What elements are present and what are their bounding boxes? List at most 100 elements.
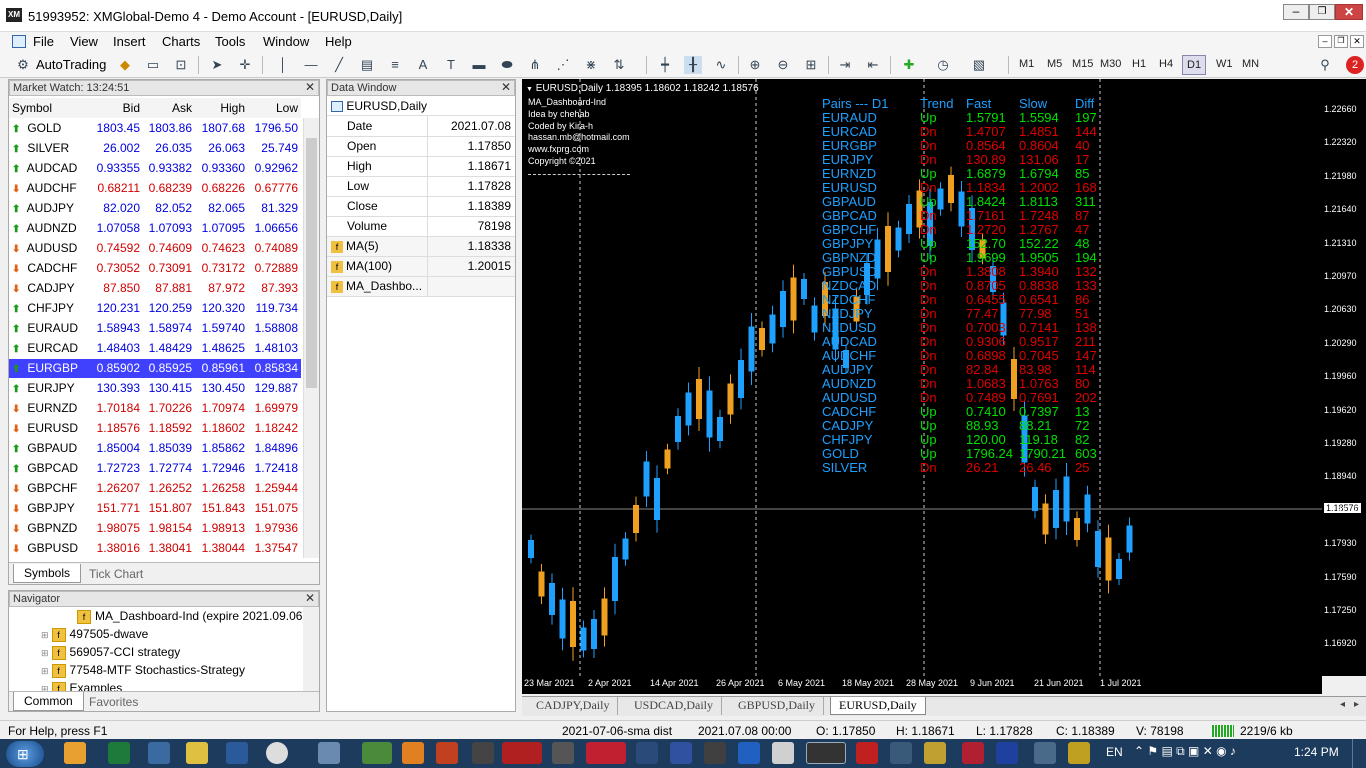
app-icon-8[interactable] <box>670 742 692 764</box>
menu-insert[interactable]: Insert <box>113 34 146 49</box>
symbol-cell[interactable]: ⬇ EURNZD <box>9 398 91 419</box>
menu-window[interactable]: Window <box>263 34 309 49</box>
tab-common[interactable]: Common <box>13 692 84 711</box>
cfi-icon[interactable] <box>586 742 626 764</box>
notification-badge[interactable]: 2 <box>1346 56 1364 74</box>
high-cell[interactable]: 0.93360 <box>195 158 248 179</box>
tf-m1[interactable]: M1 <box>1019 58 1034 70</box>
menu-charts[interactable]: Charts <box>162 34 200 49</box>
app-icon-12[interactable] <box>856 742 878 764</box>
menu-help[interactable]: Help <box>325 34 352 49</box>
firefox-icon[interactable] <box>64 742 86 764</box>
ask-cell[interactable]: 0.74609 <box>143 238 195 259</box>
symbol-cell[interactable]: ⬆ CHFJPY <box>9 298 91 319</box>
tab-tick-chart[interactable]: Tick Chart <box>89 567 143 581</box>
bid-cell[interactable]: 0.68211 <box>91 178 143 199</box>
zoom-in-icon[interactable]: ⊕ <box>746 56 764 74</box>
symbol-cell[interactable]: ⬇ GBPJPY <box>9 498 91 519</box>
channel-icon[interactable]: ▤ <box>358 56 376 74</box>
market-watch-row[interactable]: ⬆ GBPAUD 1.85004 1.85039 1.85862 1.84896 <box>9 438 301 459</box>
high-cell[interactable]: 26.063 <box>195 138 248 159</box>
bid-cell[interactable]: 0.85902 <box>91 358 143 379</box>
expand-icon[interactable]: ⊞ <box>41 630 49 640</box>
low-cell[interactable]: 0.74089 <box>248 238 301 259</box>
navigator-item[interactable]: ⊞ f Examples <box>41 679 122 691</box>
language-indicator[interactable]: EN <box>1106 745 1123 759</box>
rectangle-icon[interactable]: ▬ <box>470 56 488 74</box>
market-watch-row[interactable]: ⬆ EURJPY 130.393 130.415 130.450 129.887 <box>9 378 301 399</box>
autotrading-icon[interactable]: ⚙ <box>14 56 32 74</box>
symbol-cell[interactable]: ⬆ SILVER <box>9 138 91 159</box>
app-icon-5[interactable] <box>472 742 494 764</box>
high-cell[interactable]: 1.18602 <box>195 418 248 439</box>
bid-cell[interactable]: 1.70184 <box>91 398 143 419</box>
ask-cell[interactable]: 0.85925 <box>143 358 195 379</box>
bid-cell[interactable]: 1.98075 <box>91 518 143 539</box>
market-watch-row[interactable]: ⬇ EURNZD 1.70184 1.70226 1.70974 1.69979 <box>9 398 301 419</box>
low-cell[interactable]: 151.075 <box>248 498 301 519</box>
bid-cell[interactable]: 120.231 <box>91 298 143 319</box>
scroll-thumb[interactable] <box>306 138 317 388</box>
candlestick-icon[interactable]: ╂ <box>684 56 702 74</box>
app-icon-17[interactable] <box>1034 742 1056 764</box>
col-ask[interactable]: Ask <box>143 98 195 119</box>
low-cell[interactable]: 119.734 <box>248 298 301 319</box>
app-icon-11[interactable] <box>772 742 794 764</box>
ask-cell[interactable]: 1.18592 <box>143 418 195 439</box>
gann-icon[interactable]: ⋇ <box>582 56 600 74</box>
tf-d1[interactable]: D1 <box>1182 55 1207 75</box>
high-cell[interactable]: 0.74623 <box>195 238 248 259</box>
ask-cell[interactable]: 120.259 <box>143 298 195 319</box>
app-icon-13[interactable] <box>890 742 912 764</box>
bid-cell[interactable]: 151.771 <box>91 498 143 519</box>
status-profile[interactable]: 2021-07-06-sma dist <box>562 724 672 738</box>
child-minimize-button[interactable]: – <box>1318 35 1332 48</box>
app-icon-7[interactable] <box>636 742 658 764</box>
ask-cell[interactable]: 1.85039 <box>143 438 195 459</box>
low-cell[interactable]: 1.84896 <box>248 438 301 459</box>
market-watch-row[interactable]: ⬆ AUDJPY 82.020 82.052 82.065 81.329 <box>9 198 301 219</box>
high-cell[interactable]: 0.68226 <box>195 178 248 199</box>
ask-cell[interactable]: 1.72774 <box>143 458 195 479</box>
tf-h1[interactable]: H1 <box>1132 58 1146 70</box>
ask-cell[interactable]: 1.38041 <box>143 538 195 559</box>
horizontal-line-icon[interactable]: — <box>302 56 320 74</box>
tf-mn[interactable]: MN <box>1242 58 1259 70</box>
navigator-item[interactable]: ⊞ f 497505-dwave <box>41 625 148 643</box>
symbol-cell[interactable]: ⬇ GBPNZD <box>9 518 91 539</box>
autoscroll-icon[interactable]: ⇥ <box>836 56 854 74</box>
child-restore-button[interactable]: ❐ <box>1334 35 1348 48</box>
price-scale[interactable]: 1.22660 1.22320 1.21980 1.21640 1.21310 1.209… <box>1322 79 1366 676</box>
close-icon[interactable]: ✕ <box>501 80 511 95</box>
symbol-cell[interactable]: ⬆ GBPCAD <box>9 458 91 479</box>
search-icon[interactable]: ⚲ <box>1316 56 1334 74</box>
eraser-icon[interactable]: ◆ <box>116 56 134 74</box>
high-cell[interactable]: 1807.68 <box>195 118 248 139</box>
zoom-window-icon[interactable]: ⊡ <box>172 56 190 74</box>
ask-cell[interactable]: 1.70226 <box>143 398 195 419</box>
tile-windows-icon[interactable]: ⊞ <box>802 56 820 74</box>
expand-icon[interactable]: ⊞ <box>41 648 49 658</box>
app-icon-14[interactable] <box>924 742 946 764</box>
tf-m30[interactable]: M30 <box>1100 58 1121 70</box>
market-watch-row[interactable]: ⬆ SILVER 26.002 26.035 26.063 25.749 <box>9 138 301 159</box>
low-cell[interactable]: 0.67776 <box>248 178 301 199</box>
market-watch-row[interactable]: ⬆ EURAUD 1.58943 1.58974 1.59740 1.58808 <box>9 318 301 339</box>
symbol-cell[interactable]: ⬇ AUDCHF <box>9 178 91 199</box>
market-watch-row[interactable]: ⬆ EURCAD 1.48403 1.48429 1.48625 1.48103 <box>9 338 301 359</box>
navigator-item[interactable]: ⊞ f 569057-CCI strategy <box>41 643 180 661</box>
market-watch-row[interactable]: ⬆ GOLD 1803.45 1803.86 1807.68 1796.50 <box>9 118 301 139</box>
market-watch-scrollbar[interactable] <box>303 118 319 558</box>
indicators-icon[interactable]: ✚ <box>900 56 918 74</box>
symbol-cell[interactable]: ⬇ AUDUSD <box>9 238 91 259</box>
bid-cell[interactable]: 26.002 <box>91 138 143 159</box>
market-watch-row[interactable]: ⬇ GBPNZD 1.98075 1.98154 1.98913 1.97936 <box>9 518 301 539</box>
ellipse-icon[interactable]: ⬬ <box>498 56 516 74</box>
show-desktop-button[interactable] <box>1352 739 1366 768</box>
low-cell[interactable]: 129.887 <box>248 378 301 399</box>
tf-w1[interactable]: W1 <box>1216 58 1233 70</box>
text-icon[interactable]: A <box>414 56 432 74</box>
high-cell[interactable]: 1.48625 <box>195 338 248 359</box>
tf-m5[interactable]: M5 <box>1047 58 1062 70</box>
crosshair-icon[interactable]: ✛ <box>236 56 254 74</box>
